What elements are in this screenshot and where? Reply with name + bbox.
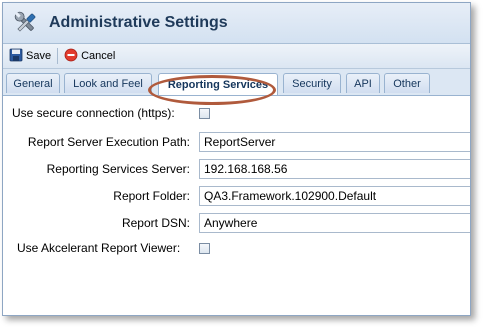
reporting-server-label-area: Reporting Services Server: <box>3 159 190 179</box>
floppy-disk-icon <box>9 48 23 65</box>
tab-label: Look and Feel <box>73 77 143 90</box>
title-bar: Administrative Settings <box>3 3 470 44</box>
admin-settings-window: Administrative Settings Save Cancel Gene… <box>2 2 471 316</box>
tab-label: Reporting Services <box>167 78 269 91</box>
save-button[interactable]: Save <box>9 48 51 65</box>
report-viewer-label: Use Akcelerant Report Viewer: <box>17 241 181 255</box>
cancel-label: Cancel <box>81 50 116 62</box>
report-dsn-label-area: Report DSN: <box>3 213 190 233</box>
toolbar: Save Cancel <box>3 44 470 69</box>
execution-path-label-area: Report Server Execution Path: <box>3 132 190 152</box>
report-dsn-input[interactable] <box>199 213 470 233</box>
tab-security[interactable]: Security <box>283 73 341 93</box>
wrench-screwdriver-icon <box>11 8 41 38</box>
tab-reporting-services[interactable]: Reporting Services <box>158 73 278 95</box>
execution-path-input[interactable] <box>199 132 470 152</box>
tab-label: Other <box>393 77 421 90</box>
tab-api[interactable]: API <box>346 73 380 93</box>
report-folder-label-area: Report Folder: <box>3 186 190 206</box>
tab-label: API <box>354 77 372 90</box>
report-dsn-label: Report DSN: <box>121 216 190 230</box>
cancel-button[interactable]: Cancel <box>64 48 115 65</box>
cancel-icon <box>64 48 78 65</box>
tab-other[interactable]: Other <box>384 73 430 93</box>
secure-connection-label: Use secure connection (https): <box>12 106 175 120</box>
report-folder-label: Report Folder: <box>113 189 190 203</box>
tab-general[interactable]: General <box>6 73 60 93</box>
tab-look-and-feel[interactable]: Look and Feel <box>64 73 152 93</box>
report-folder-input[interactable] <box>199 186 470 206</box>
tab-label: General <box>13 77 53 90</box>
tab-label: Security <box>292 77 332 90</box>
execution-path-label: Report Server Execution Path: <box>27 135 190 149</box>
reporting-server-label: Reporting Services Server: <box>46 162 190 176</box>
reporting-services-panel: Use secure connection (https): Report Se… <box>3 104 470 315</box>
secure-connection-checkbox[interactable] <box>199 108 210 119</box>
page-title: Administrative Settings <box>49 14 228 31</box>
reporting-server-input[interactable] <box>199 159 470 179</box>
tab-bar: General Look and Feel Reporting Services… <box>3 69 470 96</box>
save-label: Save <box>26 50 52 62</box>
toolbar-separator <box>57 48 59 64</box>
report-viewer-checkbox[interactable] <box>199 243 210 254</box>
